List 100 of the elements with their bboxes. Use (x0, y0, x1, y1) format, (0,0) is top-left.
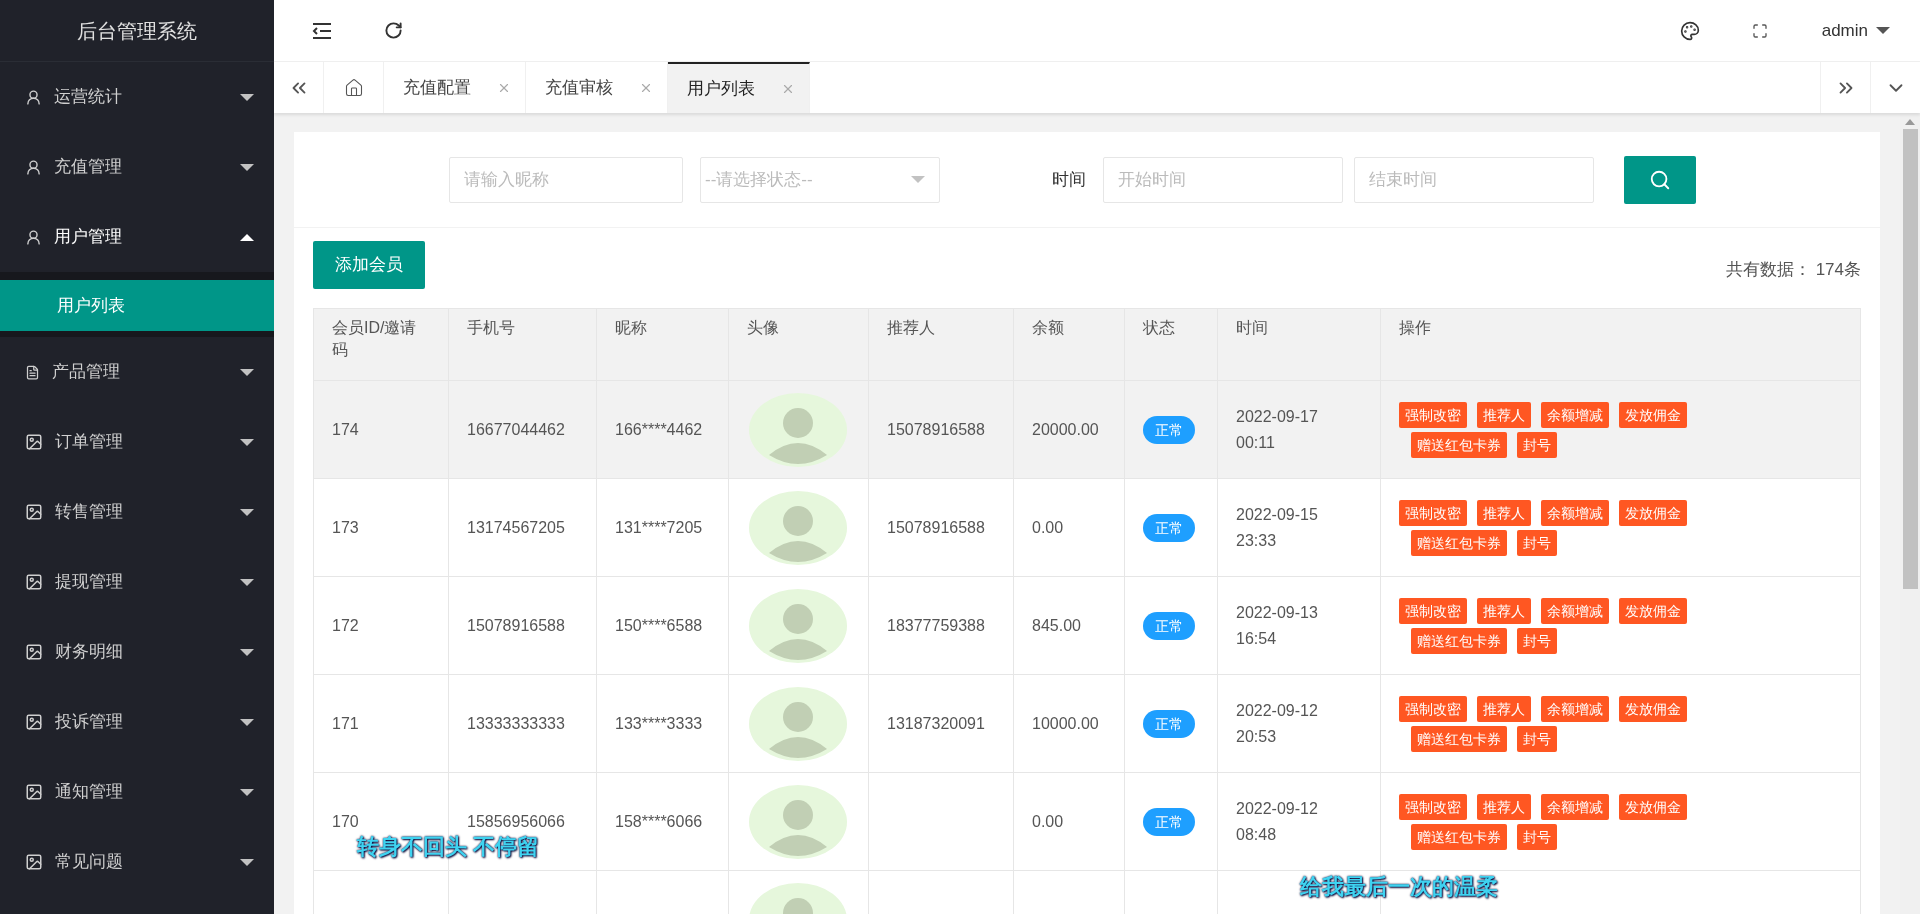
action-tag[interactable]: 强制改密 (1399, 695, 1467, 722)
avatar-placeholder-icon (749, 490, 847, 565)
action-tag[interactable]: 推荐人 (1477, 695, 1531, 722)
end-time-field[interactable]: 结束时间 (1354, 156, 1594, 203)
action-tag[interactable]: 推荐人 (1477, 499, 1531, 526)
action-tag[interactable]: 余额增减 (1541, 695, 1609, 722)
action-tag[interactable]: 余额增减 (1541, 793, 1609, 820)
sidebar-item[interactable]: 运营统计 (0, 62, 274, 132)
column-header: 时间 (1218, 309, 1381, 380)
action-tag[interactable]: 赠送红包卡券 (1411, 431, 1507, 458)
action-tag[interactable]: 推荐人 (1477, 401, 1531, 428)
image-icon (25, 783, 43, 801)
caret-icon (240, 578, 254, 586)
status-badge: 正常 (1143, 415, 1195, 444)
action-tag[interactable]: 推荐人 (1477, 597, 1531, 624)
user-menu[interactable]: admin (1821, 17, 1890, 44)
column-header: 昵称 (597, 309, 729, 380)
table-cell: 0.00 (1014, 479, 1125, 576)
table-row[interactable]: 171 13333333333 133****3333 13187320091 10000.00 正常 2022-09-12 20:53 强制改密 推荐人 余额增减 发放佣金 赠送红包卡券 封号 (314, 675, 1860, 773)
table-row[interactable]: 172 15078916588 150****6588 18377759388 845.00 正常 2022-09-13 16:54 强制改密 推荐人 余额增减 发放佣金 赠送红包卡券 封号 (314, 577, 1860, 675)
table-cell: 18377759388 (869, 577, 1014, 674)
page-tab[interactable]: 充值配置 (384, 62, 526, 113)
table-cell: 166****4462 (597, 381, 729, 478)
action-tag[interactable]: 余额增减 (1541, 499, 1609, 526)
sidebar-item[interactable]: 财务明细 (0, 617, 274, 687)
status-badge: 正常 (1143, 807, 1195, 836)
start-time-field[interactable]: 开始时间 (1103, 156, 1343, 203)
document-icon (25, 364, 40, 380)
palette-icon[interactable] (1679, 20, 1700, 41)
action-tag[interactable]: 封号 (1517, 529, 1557, 556)
action-tag[interactable]: 发放佣金 (1619, 597, 1687, 624)
status-badge: 正常 (1143, 611, 1195, 640)
caret-icon (240, 648, 254, 656)
search-button[interactable] (1624, 155, 1696, 204)
action-tag[interactable]: 赠送红包卡券 (1411, 627, 1507, 654)
avatar-placeholder-icon (749, 784, 847, 859)
status-badge: 正常 (1143, 513, 1195, 542)
user-icon (25, 158, 42, 176)
page-tab[interactable]: 用户列表 (668, 62, 810, 113)
table-cell: 2022-09-12 08:48 (1218, 773, 1381, 870)
table-cell: 172 (314, 577, 449, 674)
action-tag[interactable]: 封号 (1517, 823, 1557, 850)
sidebar-item[interactable]: 用户管理 (0, 202, 274, 272)
search-icon (1649, 168, 1671, 191)
table-cell: 15078916588 (449, 577, 597, 674)
action-tag[interactable]: 余额增减 (1541, 597, 1609, 624)
action-tag[interactable]: 强制改密 (1399, 597, 1467, 624)
subtitle-caption: 转身不回头 不停留 (357, 833, 540, 861)
table-row[interactable]: 174 16677044462 166****4462 15078916588 20000.00 正常 2022-09-17 00:11 强制改密 推荐人 余额增减 发放佣金 赠送红包卡券 封号 (314, 381, 1860, 479)
caret-icon (1876, 27, 1890, 34)
action-tag[interactable]: 发放佣金 (1619, 499, 1687, 526)
sidebar-item[interactable]: 产品管理 (0, 337, 274, 407)
sidebar-item[interactable]: 充值管理 (0, 132, 274, 202)
action-tag[interactable]: 赠送红包卡券 (1411, 725, 1507, 752)
action-tag[interactable]: 发放佣金 (1619, 695, 1687, 722)
image-icon (25, 643, 43, 661)
table-cell: 158****6066 (597, 773, 729, 870)
fullscreen-icon[interactable] (1751, 22, 1768, 39)
sidebar-subitem[interactable]: 用户列表 (0, 280, 274, 331)
action-tag[interactable]: 余额增减 (1541, 401, 1609, 428)
table-cell: 15078916588 (869, 381, 1014, 478)
subtitle-caption: 给我最后一次的温柔 (1300, 873, 1498, 901)
action-tag[interactable]: 推荐人 (1477, 793, 1531, 820)
sidebar-item[interactable]: 投诉管理 (0, 687, 274, 757)
sidebar-item[interactable]: 通知管理 (0, 757, 274, 827)
action-tag[interactable]: 发放佣金 (1619, 793, 1687, 820)
add-member-button[interactable]: 添加会员 (313, 241, 425, 289)
refresh-icon[interactable] (384, 21, 403, 40)
caret-icon (240, 508, 254, 516)
action-tag[interactable]: 封号 (1517, 431, 1557, 458)
table-cell: 845.00 (1014, 577, 1125, 674)
table-cell: 20000.00 (1014, 381, 1125, 478)
action-tag[interactable]: 赠送红包卡券 (1411, 529, 1507, 556)
table-cell: 15078916588 (869, 479, 1014, 576)
column-header: 操作 (1398, 318, 1432, 338)
action-tag[interactable]: 发放佣金 (1619, 401, 1687, 428)
nickname-field[interactable]: 请输入昵称 (449, 156, 683, 203)
action-tag[interactable]: 封号 (1517, 725, 1557, 752)
table-row[interactable]: 173 13174567205 131****7205 15078916588 0.00 正常 2022-09-15 23:33 强制改密 推荐人 余额增减 发放佣金 赠送红包卡券 封号 (314, 479, 1860, 577)
menu-fold-icon[interactable] (312, 22, 332, 39)
table-cell: 133****3333 (597, 675, 729, 772)
status-badge: 正常 (1143, 709, 1195, 738)
sidebar-item[interactable]: 订单管理 (0, 407, 274, 477)
action-tag[interactable]: 强制改密 (1399, 401, 1467, 428)
table-cell: 171 (314, 675, 449, 772)
scrollbar-thumb[interactable] (1902, 129, 1918, 589)
action-tag[interactable]: 强制改密 (1399, 499, 1467, 526)
action-tag[interactable]: 强制改密 (1399, 793, 1467, 820)
time-label: 时间 (1052, 168, 1086, 191)
table-cell: 13187320091 (869, 675, 1014, 772)
action-tag[interactable]: 封号 (1517, 627, 1557, 654)
sidebar-item[interactable]: 转售管理 (0, 477, 274, 547)
image-icon (25, 853, 43, 871)
action-tag[interactable]: 赠送红包卡券 (1411, 823, 1507, 850)
image-icon (25, 433, 43, 451)
status-select[interactable]: --请选择状态-- (700, 156, 940, 203)
column-header: 状态 (1125, 309, 1218, 380)
sidebar-item[interactable]: 提现管理 (0, 547, 274, 617)
sidebar-item[interactable]: 常见问题 (0, 827, 274, 897)
table-cell: 2022-09-17 00:11 (1218, 381, 1381, 478)
